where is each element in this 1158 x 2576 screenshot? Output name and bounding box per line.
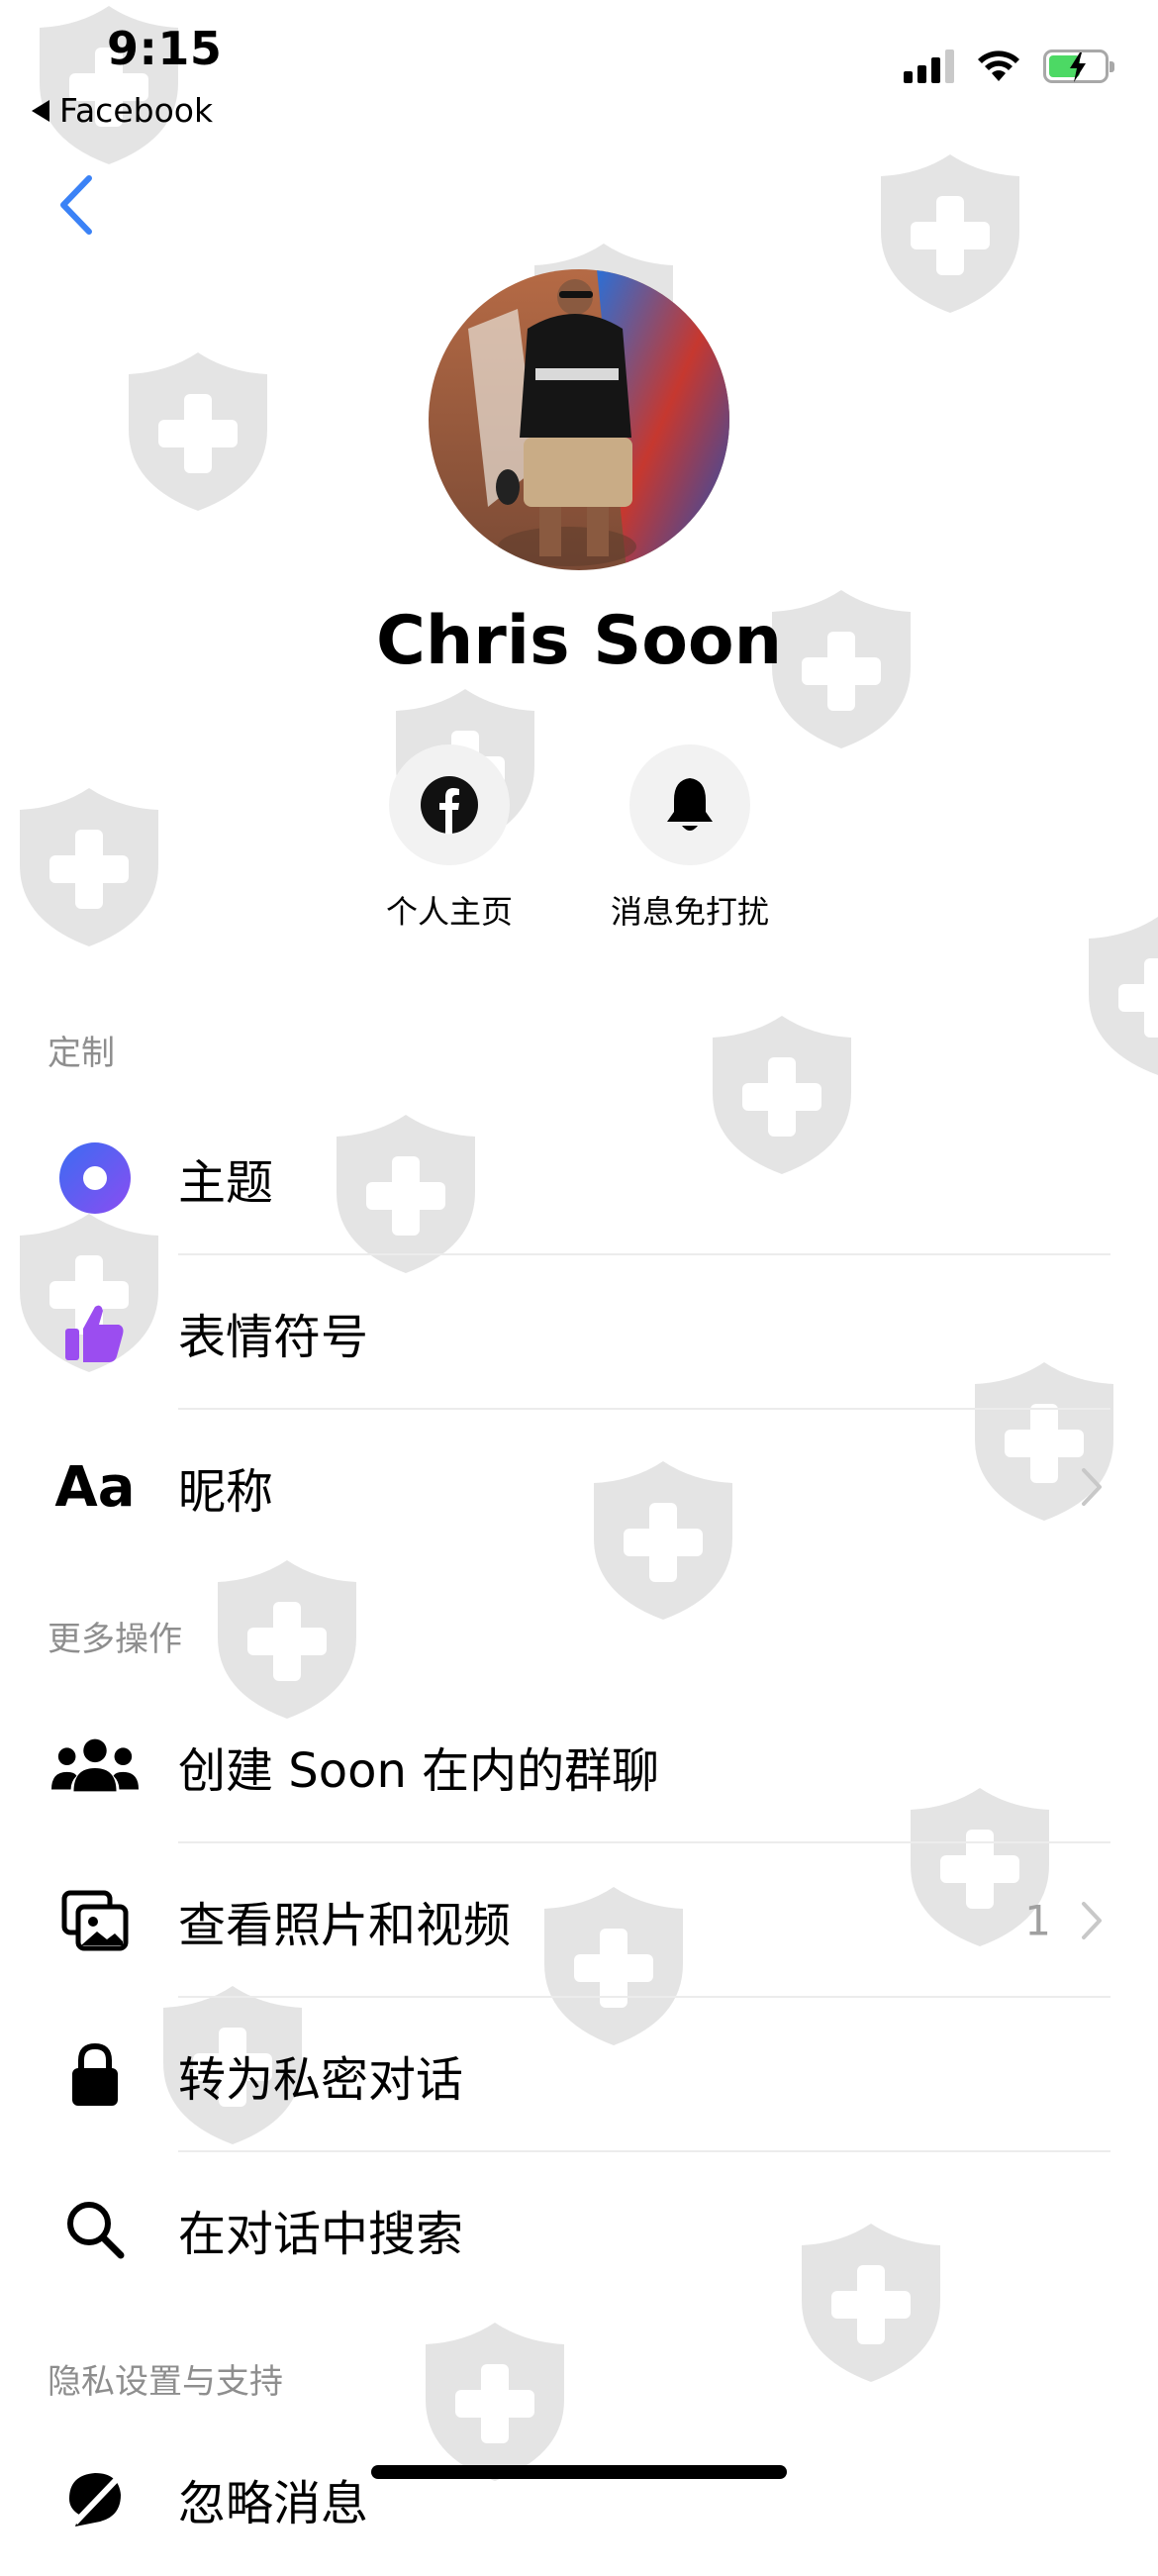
chevron-right-icon [1082, 1902, 1102, 1939]
row-nickname[interactable]: Aa 昵称 [0, 1410, 1158, 1564]
facebook-icon [421, 776, 478, 835]
row-secret-conversation[interactable]: 转为私密对话 [0, 1998, 1158, 2152]
row-secret-conversation-label: 转为私密对话 [178, 2052, 464, 2108]
aa-glyph: Aa [54, 1454, 136, 1520]
row-search-conversation[interactable]: 在对话中搜索 [0, 2152, 1158, 2307]
row-nickname-label: 昵称 [178, 1464, 274, 1520]
row-theme[interactable]: 主题 [0, 1101, 1158, 1255]
section-header-more-actions: 更多操作 [48, 1620, 182, 1659]
theme-icon [51, 1140, 139, 1216]
section-header-customize: 定制 [48, 1034, 115, 1073]
row-theme-label: 主题 [178, 1155, 274, 1211]
row-emoji-label: 表情符号 [178, 1310, 369, 1365]
photos-count: 1 [1024, 1896, 1051, 1945]
bell-icon [667, 778, 713, 831]
chevron-right-icon [1082, 1468, 1102, 1506]
row-ignore-messages[interactable]: 忽略消息 [0, 2422, 1158, 2576]
lock-icon [51, 2037, 139, 2113]
battery-charging-icon [1043, 50, 1114, 83]
thumbs-up-icon [51, 1295, 139, 1370]
home-indicator[interactable] [371, 2465, 787, 2479]
status-icons [904, 50, 1114, 83]
row-ignore-messages-label: 忽略消息 [178, 2476, 369, 2531]
search-icon [51, 2192, 139, 2267]
back-to-app-link[interactable]: Facebook [32, 91, 213, 130]
row-photos-videos-label: 查看照片和视频 [178, 1898, 512, 1953]
row-create-group[interactable]: 创建 Soon 在内的群聊 [0, 1689, 1158, 1843]
row-photos-videos[interactable]: 查看照片和视频 1 [0, 1843, 1158, 1998]
profile-label: 个人主页 [385, 893, 513, 931]
back-triangle-icon [32, 99, 49, 122]
section-header-privacy: 隐私设置与支持 [48, 2362, 283, 2402]
contact-name: Chris Soon [375, 602, 783, 680]
group-icon [51, 1729, 139, 1804]
watermark-shield-icon [10, 782, 168, 950]
photos-icon [51, 1883, 139, 1958]
profile-circle [389, 744, 510, 865]
watermark-shield-icon [871, 149, 1029, 317]
profile-button[interactable]: 个人主页 [331, 744, 568, 933]
mute-circle [629, 744, 750, 865]
watermark-shield-icon [119, 347, 277, 515]
row-search-conversation-label: 在对话中搜索 [178, 2207, 464, 2262]
ignore-icon [51, 2461, 139, 2536]
signal-icon [904, 50, 954, 83]
status-time: 9:15 [107, 22, 223, 75]
back-chevron-icon[interactable] [51, 170, 103, 240]
avatar[interactable] [429, 269, 729, 570]
row-create-group-label: 创建 Soon 在内的群聊 [178, 1743, 660, 1799]
mute-button[interactable]: 消息免打扰 [571, 744, 809, 933]
row-emoji[interactable]: 表情符号 [0, 1255, 1158, 1410]
watermark-shield-icon [1079, 911, 1158, 1079]
text-aa-icon: Aa [51, 1449, 139, 1525]
wifi-icon [978, 50, 1019, 81]
mute-label: 消息免打扰 [610, 893, 769, 931]
back-app-label: Facebook [59, 91, 214, 130]
